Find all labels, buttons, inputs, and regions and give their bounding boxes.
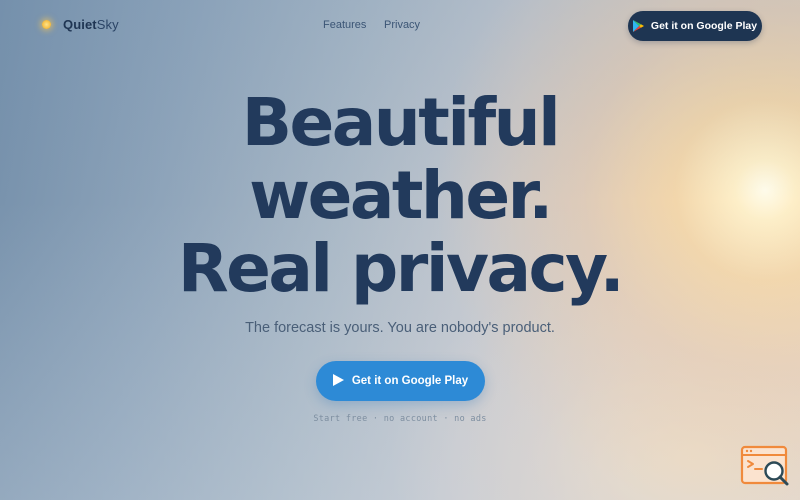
- browser-search-icon[interactable]: [740, 444, 792, 488]
- nav-link-features[interactable]: Features: [323, 19, 366, 31]
- nav-link-privacy[interactable]: Privacy: [384, 19, 420, 31]
- hero-title-line-3: Real privacy.: [177, 230, 625, 307]
- logo-link[interactable]: QuietSky: [42, 17, 119, 32]
- logo-text-strong: Quiet: [63, 17, 97, 32]
- hero-subtitle: The forecast is yours. You are nobody's …: [245, 320, 555, 336]
- google-play-icon: [632, 20, 644, 32]
- hero-title-line-1: Beautiful: [241, 84, 561, 161]
- nav-cta-label: Get it on Google Play: [650, 20, 758, 32]
- sun-dot-icon: [42, 20, 51, 29]
- play-triangle-icon: [332, 373, 344, 389]
- hero-title: Beautiful weather. Real privacy.: [0, 86, 800, 305]
- hero-title-line-2: weather.: [249, 157, 553, 234]
- hero-google-play-button[interactable]: Get it on Google Play: [316, 361, 485, 401]
- hero-cta-label: Get it on Google Play: [351, 375, 469, 387]
- top-nav: QuietSky Features Privacy Get it on Goog…: [0, 0, 800, 52]
- logo-text: QuietSky: [63, 17, 119, 32]
- nav-google-play-button[interactable]: Get it on Google Play: [628, 11, 762, 41]
- logo-text-light: Sky: [96, 17, 119, 32]
- hero-note: Start free · no account · no ads: [313, 414, 487, 424]
